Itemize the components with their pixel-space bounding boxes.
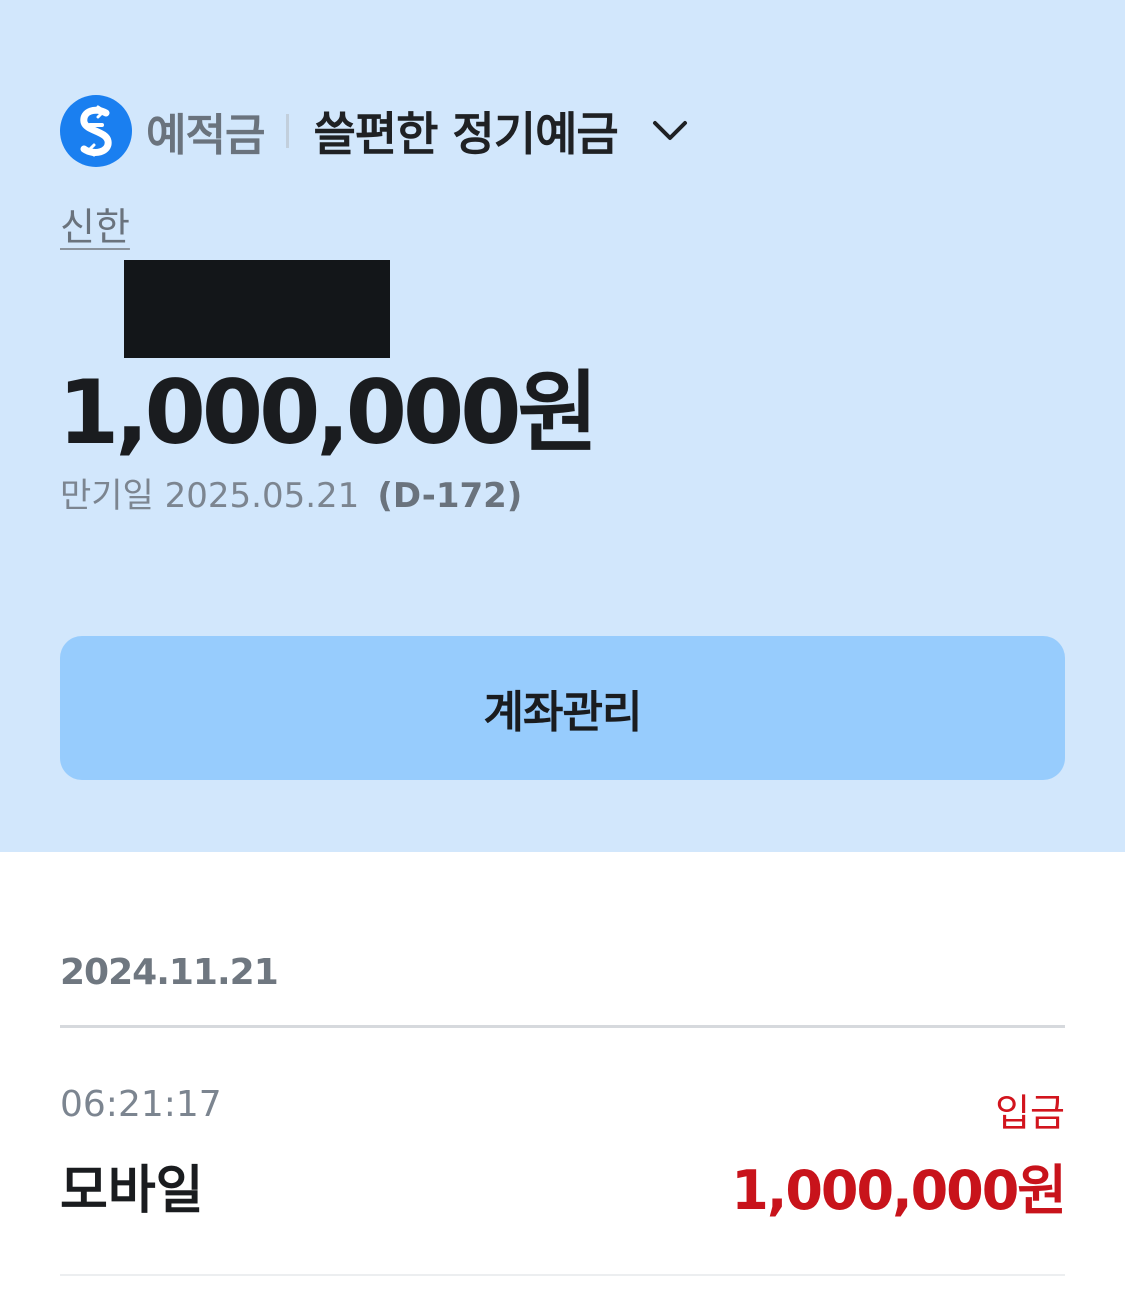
product-name[interactable]: 쓸편한 정기예금 (313, 98, 618, 164)
account-balance: 1,000,000원 (58, 361, 598, 464)
bank-name-link[interactable]: 신한 (60, 196, 130, 251)
chevron-down-icon[interactable] (650, 111, 690, 151)
account-summary-panel: 예적금 쓸편한 정기예금 신한 1,000,000원 만기일 2025.05.2… (0, 0, 1125, 852)
account-manage-button[interactable]: 계좌관리 (60, 636, 1065, 780)
date-divider (60, 1025, 1065, 1028)
transaction-type: 입금 (995, 1091, 1065, 1135)
transaction-date-header: 2024.11.21 (60, 952, 279, 993)
shinhan-logo-icon (60, 95, 132, 167)
header-separator (286, 114, 290, 148)
transaction-description[interactable]: 모바일 (60, 1148, 204, 1223)
maturity-date: 만기일 2025.05.21 (60, 476, 360, 516)
list-divider (60, 1274, 1065, 1276)
dday-badge: (D-172) (377, 476, 523, 516)
transaction-time: 06:21:17 (60, 1084, 222, 1125)
account-header: 예적금 쓸편한 정기예금 (60, 95, 690, 167)
transaction-amount: 1,000,000원 (731, 1159, 1067, 1222)
account-category: 예적금 (146, 110, 265, 161)
maturity-info: 만기일 2025.05.21 (D-172) (60, 468, 522, 517)
